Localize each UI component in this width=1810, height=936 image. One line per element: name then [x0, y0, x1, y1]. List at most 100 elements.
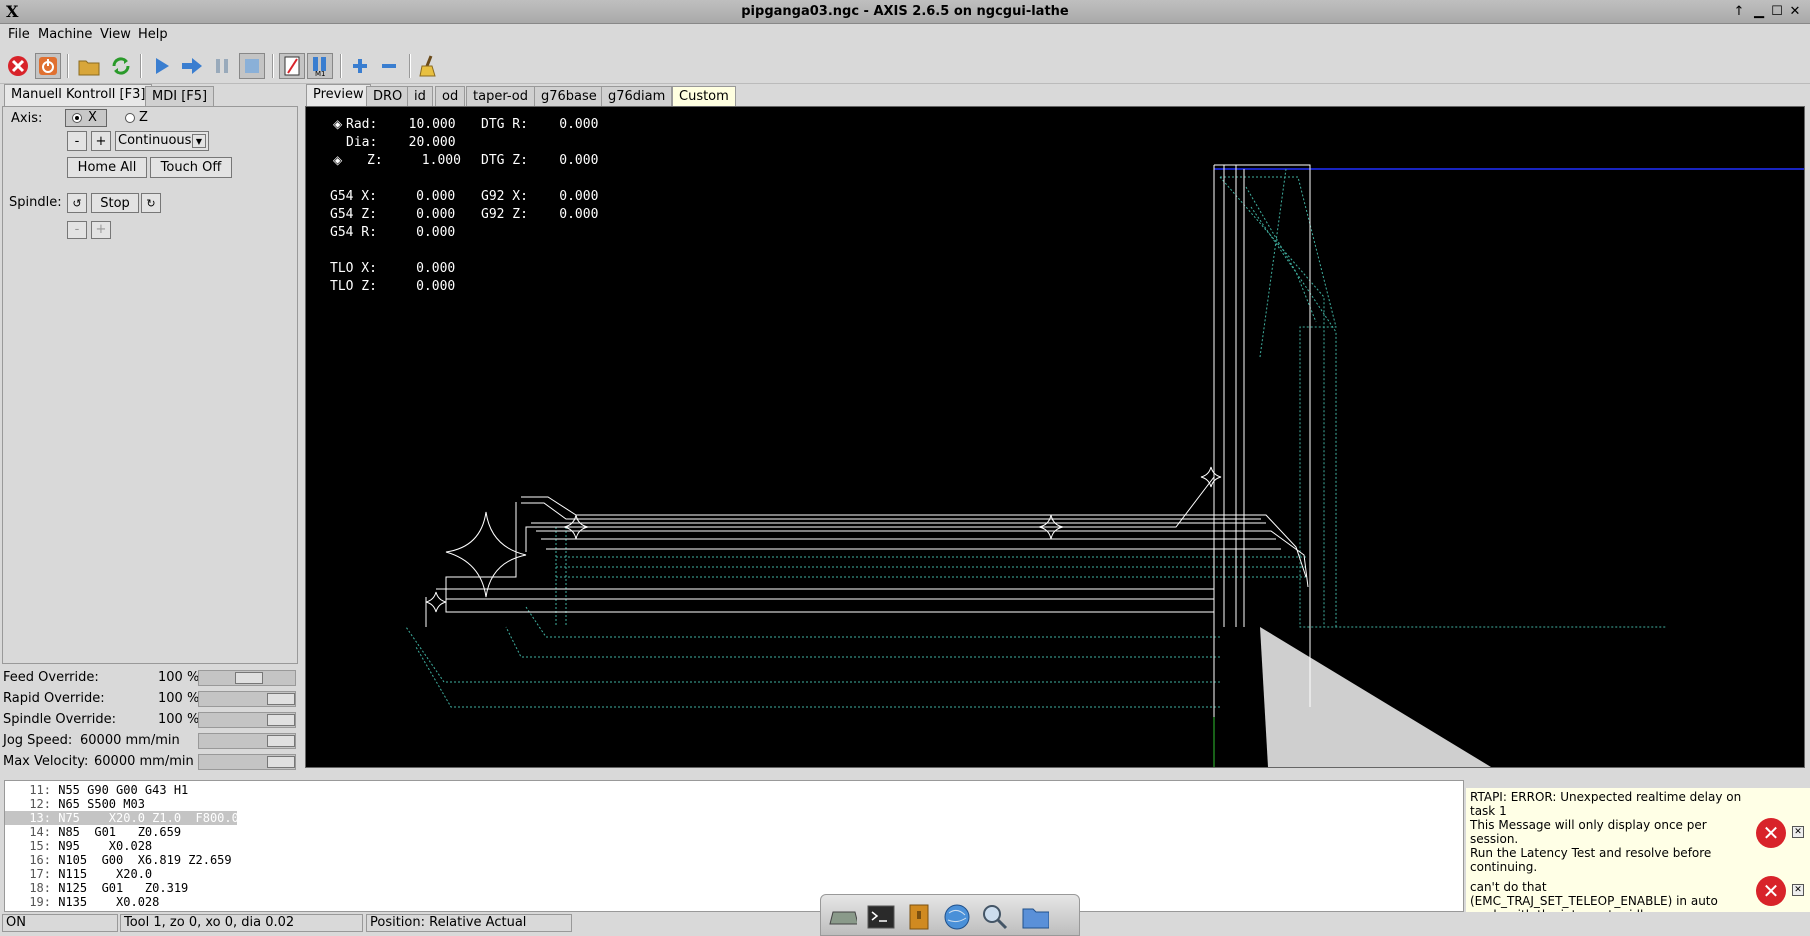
- jog-speed-label: Jog Speed:: [3, 733, 73, 748]
- open-file-button[interactable]: [76, 53, 102, 79]
- jog-mode-select[interactable]: Continuous ▼: [115, 131, 209, 151]
- slider-thumb[interactable]: [267, 756, 295, 768]
- axis-label: Axis:: [11, 111, 43, 126]
- axis-z-label: Z: [139, 110, 148, 125]
- overrides-panel: Feed Override: 100 % Rapid Override: 100…: [2, 664, 298, 776]
- tab-taper-od[interactable]: taper-od: [466, 86, 535, 106]
- toolpath-preview[interactable]: ◈ Rad: 10.000 DTG R: 0.000 Dia: 20.000 ◈…: [305, 106, 1805, 768]
- optional-stop-button[interactable]: M1: [307, 53, 333, 79]
- reload-button[interactable]: [108, 53, 134, 79]
- terminal-icon[interactable]: [867, 903, 895, 931]
- archive-icon[interactable]: [905, 903, 933, 931]
- tab-preview[interactable]: Preview: [306, 84, 371, 106]
- reload-icon: [112, 57, 130, 75]
- list-item[interactable]: 19: N135 X0.028: [5, 895, 159, 909]
- jog-minus-button[interactable]: -: [67, 131, 87, 151]
- minimize-icon[interactable]: ▁: [1750, 3, 1768, 21]
- home-all-button[interactable]: Home All: [67, 157, 147, 178]
- radio-unselected-icon: [125, 113, 135, 123]
- feed-override-slider[interactable]: [198, 670, 296, 686]
- spindle-override-label: Spindle Override:: [3, 712, 116, 727]
- max-velocity-value: 60000 mm/min: [94, 754, 194, 769]
- file-manager-icon[interactable]: [1021, 903, 1049, 931]
- slider-thumb[interactable]: [235, 672, 263, 684]
- tab-custom[interactable]: Custom: [672, 86, 736, 106]
- menu-machine[interactable]: Machine: [38, 27, 92, 42]
- list-item[interactable]: 11: N55 G90 G00 G43 H1: [5, 783, 188, 797]
- dro-tloz: TLO Z: 0.000: [330, 279, 456, 294]
- slider-thumb[interactable]: [267, 735, 295, 747]
- list-item[interactable]: 15: N95 X0.028: [5, 839, 152, 853]
- jog-speed-slider[interactable]: [198, 733, 296, 749]
- tab-dro[interactable]: DRO: [366, 86, 410, 106]
- slider-thumb[interactable]: [267, 714, 295, 726]
- rapid-override-slider[interactable]: [198, 691, 296, 707]
- menu-view[interactable]: View: [100, 27, 131, 42]
- block-delete-icon: [284, 56, 300, 76]
- jog-plus-button[interactable]: +: [91, 131, 111, 151]
- dro-g54x: G54 X: 0.000: [330, 189, 456, 204]
- estop-icon: [8, 56, 28, 76]
- step-arrow-icon: [182, 58, 202, 74]
- axis-z-radio[interactable]: Z: [121, 109, 157, 127]
- chevron-down-icon: ▼: [192, 134, 206, 148]
- list-item[interactable]: 17: N115 X20.0: [5, 867, 152, 881]
- search-icon[interactable]: [981, 903, 1009, 931]
- clear-plot-button[interactable]: [416, 53, 442, 79]
- tab-id[interactable]: id: [407, 86, 433, 106]
- slider-thumb[interactable]: [267, 693, 295, 705]
- gcode-listing[interactable]: 11: N55 G90 G00 G43 H1 12: N65 S500 M03 …: [4, 780, 1464, 912]
- desktop-icon[interactable]: [829, 903, 857, 931]
- tab-g76base[interactable]: g76base: [534, 86, 604, 106]
- menu-help[interactable]: Help: [138, 27, 168, 42]
- machine-power-button[interactable]: [35, 53, 61, 79]
- plus-icon: [353, 59, 367, 73]
- zoom-out-button[interactable]: [376, 53, 402, 79]
- axis-x-radio[interactable]: X: [65, 109, 107, 127]
- run-button[interactable]: [149, 53, 175, 79]
- list-item[interactable]: 16: N105 G00 X6.819 Z2.659: [5, 853, 231, 867]
- tab-g76diam[interactable]: g76diam: [601, 86, 673, 106]
- rapid-override-value: 100 %: [158, 691, 200, 706]
- dro-dtg-z: DTG Z: 0.000: [481, 153, 599, 168]
- close-icon[interactable]: ✕: [1792, 884, 1804, 896]
- dro-g54z: G54 Z: 0.000: [330, 207, 456, 222]
- feed-override-label: Feed Override:: [3, 670, 99, 685]
- dro-g92x: G92 X: 0.000: [481, 189, 599, 204]
- web-browser-icon[interactable]: [943, 903, 971, 931]
- spindle-stop-button[interactable]: Stop: [91, 193, 139, 213]
- close-window-icon[interactable]: ✕: [1786, 3, 1804, 21]
- close-icon[interactable]: ✕: [1792, 826, 1804, 838]
- max-velocity-slider[interactable]: [198, 754, 296, 770]
- list-item[interactable]: 18: N125 G01 Z0.319: [5, 881, 188, 895]
- zoom-in-button[interactable]: [347, 53, 373, 79]
- axis-x-label: X: [88, 110, 97, 125]
- maximize-icon[interactable]: ☐: [1768, 3, 1786, 21]
- spindle-ccw-icon: ↺: [72, 197, 82, 210]
- tab-od[interactable]: od: [435, 86, 466, 106]
- list-item[interactable]: 12: N65 S500 M03: [5, 797, 145, 811]
- touch-off-button[interactable]: Touch Off: [150, 157, 232, 178]
- tab-mdi[interactable]: MDI [F5]: [145, 86, 215, 106]
- spindle-faster-button[interactable]: +: [91, 221, 111, 239]
- spindle-slower-button[interactable]: -: [67, 221, 87, 239]
- power-icon: [39, 57, 57, 75]
- list-item-current[interactable]: 13: N75 X20.0 Z1.0 F800.0: [5, 811, 239, 825]
- tab-manual-control[interactable]: Manuell Kontroll [F3]: [4, 84, 153, 106]
- pause-button[interactable]: [209, 53, 235, 79]
- restore-arrow-icon[interactable]: ↑: [1730, 3, 1748, 21]
- step-button[interactable]: [179, 53, 205, 79]
- spindle-ccw-button[interactable]: ↺: [67, 193, 87, 213]
- rapid-override-label: Rapid Override:: [3, 691, 105, 706]
- estop-button[interactable]: [5, 53, 31, 79]
- svg-text:M1: M1: [315, 70, 326, 77]
- spindle-override-slider[interactable]: [198, 712, 296, 728]
- spindle-cw-button[interactable]: ↻: [141, 193, 161, 213]
- list-item[interactable]: 14: N85 G01 Z0.659: [5, 825, 181, 839]
- stop-button[interactable]: [239, 53, 265, 79]
- error-icon: ✕: [1756, 876, 1786, 906]
- menu-bar: File Machine View Help: [0, 24, 1810, 48]
- dro-dia: Dia: 20.000: [346, 135, 456, 150]
- menu-file[interactable]: File: [8, 27, 30, 42]
- block-delete-button[interactable]: [279, 53, 305, 79]
